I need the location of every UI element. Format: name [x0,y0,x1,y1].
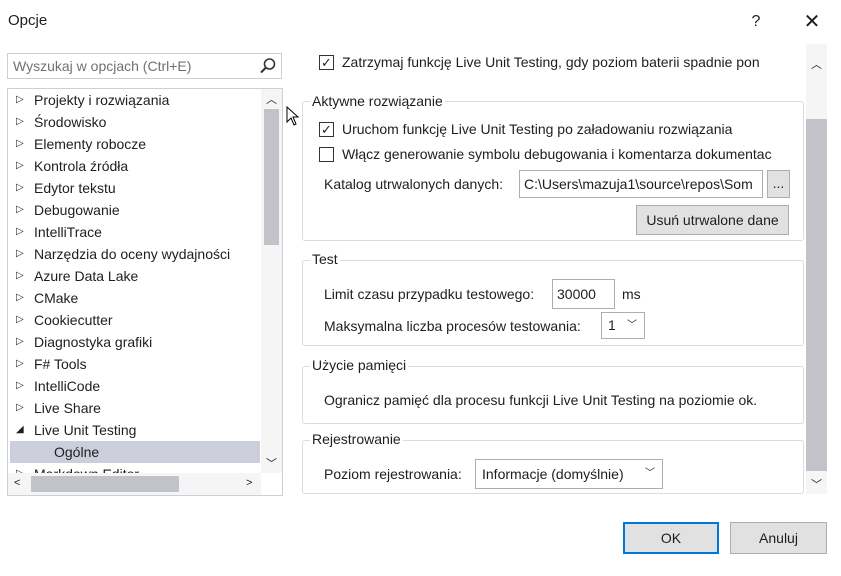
search-input[interactable] [13,54,251,78]
collapsed-triangle-icon[interactable]: ▷ [16,133,24,155]
collapsed-triangle-icon[interactable]: ▷ [16,221,24,243]
options-tree: ▷ Projekty i rozwiązania ▷ Środowisko ▷ Eleme… [7,88,283,496]
auto-start-checkbox[interactable]: ✓ [319,122,334,137]
delete-persisted-data-button[interactable]: Usuń utrwalone dane [636,205,789,235]
collapsed-triangle-icon[interactable]: ▷ [16,111,24,133]
close-button[interactable]: ✕ [797,8,827,36]
collapsed-triangle-icon[interactable]: ▷ [16,331,24,353]
persisted-dir-field[interactable]: C:\Users\mazuja1\source\repos\Som [519,170,763,198]
timeout-unit: ms [622,286,641,302]
tree-item[interactable]: ▷ CMake [8,287,260,309]
logging-level-value: Informacje (domyślnie) [482,466,624,482]
tree-item[interactable]: Ogólne [10,441,260,463]
tree-item[interactable]: ▷ Azure Data Lake [8,265,260,287]
tree-item-label: Elementy robocze [34,136,147,152]
auto-start-label: Uruchom funkcję Live Unit Testing po zał… [342,121,733,137]
scroll-up-icon[interactable]: ︿ [811,56,822,72]
scrollbar-thumb[interactable] [806,119,827,471]
collapsed-triangle-icon[interactable]: ▷ [16,397,24,419]
tree-item[interactable]: ▷ Projekty i rozwiązania [8,89,260,111]
title-bar [0,0,841,44]
tree-horizontal-scrollbar[interactable]: < > [8,473,261,495]
tree-item[interactable]: ▷ Debugowanie [8,199,260,221]
tree-item-label: Narzędzia do oceny wydajności [34,246,231,262]
tree-item-label: IntelliCode [34,378,101,394]
collapsed-triangle-icon[interactable]: ▷ [16,243,24,265]
timeout-label: Limit czasu przypadku testowego: [324,286,535,302]
tree-item[interactable]: ▷ Live Share [8,397,260,419]
chevron-down-icon: ﹀ [645,468,655,479]
battery-checkbox-label: Zatrzymaj funkcję Live Unit Testing, gdy… [342,54,760,70]
max-processes-label: Maksymalna liczba procesów testowania: [324,318,581,334]
tree-item-label: Ogólne [54,444,100,460]
tree-item[interactable]: ▷ Środowisko [8,111,260,133]
collapsed-triangle-icon[interactable]: ▷ [16,287,24,309]
debug-symbols-label: Włącz generowanie symbolu debugowania i … [342,146,772,162]
debug-symbols-checkbox[interactable] [319,147,334,162]
scroll-down-icon[interactable]: ﹀ [266,455,277,471]
tree-item[interactable]: ◢ Live Unit Testing [8,419,260,441]
window-title: Opcje [8,12,48,29]
test-group-title: Test [310,251,340,267]
max-processes-select[interactable]: 1 ﹀ [601,312,645,339]
tree-item[interactable]: ▷ Diagnostyka grafiki [8,331,260,353]
cancel-button[interactable]: Anuluj [730,522,827,554]
logging-level-label: Poziom rejestrowania: [324,466,462,482]
scroll-down-icon[interactable]: ﹀ [811,476,822,492]
help-button[interactable]: ? [743,8,769,36]
tree-item[interactable]: ▷ Kontrola źródła [8,155,260,177]
tree-item[interactable]: ▷ Narzędzia do oceny wydajności [8,243,260,265]
tree-item-label: Edytor tekstu [34,180,116,196]
collapsed-triangle-icon[interactable]: ▷ [16,177,24,199]
tree-item[interactable]: ▷ Edytor tekstu [8,177,260,199]
collapsed-triangle-icon[interactable]: ▷ [16,353,24,375]
chevron-down-icon: ﹀ [627,320,637,331]
scroll-right-icon[interactable]: > [246,477,252,489]
tree-item[interactable]: ▷ IntelliCode [8,375,260,397]
tree-item[interactable]: ▷ IntelliTrace [8,221,260,243]
collapsed-triangle-icon[interactable]: ▷ [16,199,24,221]
browse-button[interactable]: ... [767,170,790,198]
tree-item-label: Cookiecutter [34,312,113,328]
options-vertical-scrollbar[interactable]: ︿ ﹀ [806,44,827,494]
battery-checkbox[interactable]: ✓ [319,55,334,70]
collapsed-triangle-icon[interactable]: ▷ [16,89,24,111]
collapsed-triangle-icon[interactable]: ▷ [16,375,24,397]
scrollbar-thumb[interactable] [31,476,179,492]
search-icon[interactable] [259,57,277,75]
tree-item-label: Diagnostyka grafiki [34,334,153,350]
tree-item-label: Live Share [34,400,101,416]
tree-item-label: Azure Data Lake [34,268,139,284]
mouse-cursor-icon [286,106,300,126]
tree-item-label: IntelliTrace [34,224,102,240]
expanded-triangle-icon[interactable]: ◢ [16,419,24,441]
logging-title: Rejestrowanie [310,431,403,447]
memory-usage-text: Ogranicz pamięć dla procesu funkcji Live… [324,392,758,408]
scrollbar-thumb[interactable] [264,109,279,245]
collapsed-triangle-icon[interactable]: ▷ [16,155,24,177]
tree-item-label: Projekty i rozwiązania [34,92,170,108]
search-box [7,53,282,79]
scroll-left-icon[interactable]: < [14,477,20,489]
tree-item-label: CMake [34,290,79,306]
timeout-field[interactable]: 30000 [552,279,615,309]
scroll-up-icon[interactable]: ︿ [266,91,277,107]
collapsed-triangle-icon[interactable]: ▷ [16,309,24,331]
ok-button[interactable]: OK [623,522,719,554]
tree-item-label: F# Tools [34,356,87,372]
tree-item[interactable]: ▷ Cookiecutter [8,309,260,331]
tree-item-label: Live Unit Testing [34,422,137,438]
tree-item-label: Środowisko [34,114,107,130]
collapsed-triangle-icon[interactable]: ▷ [16,265,24,287]
logging-level-select[interactable]: Informacje (domyślnie) ﹀ [475,459,663,489]
tree-item-label: Debugowanie [34,202,120,218]
active-solution-title: Aktywne rozwiązanie [310,93,445,109]
tree-item[interactable]: ▷ Elementy robocze [8,133,260,155]
persisted-dir-label: Katalog utrwalonych danych: [324,176,503,192]
tree-item-label: Kontrola źródła [34,158,129,174]
tree-vertical-scrollbar[interactable]: ︿ ﹀ [261,89,282,473]
tree-item[interactable]: ▷ F# Tools [8,353,260,375]
memory-usage-title: Użycie pamięci [310,357,409,373]
max-processes-value: 1 [608,317,616,333]
